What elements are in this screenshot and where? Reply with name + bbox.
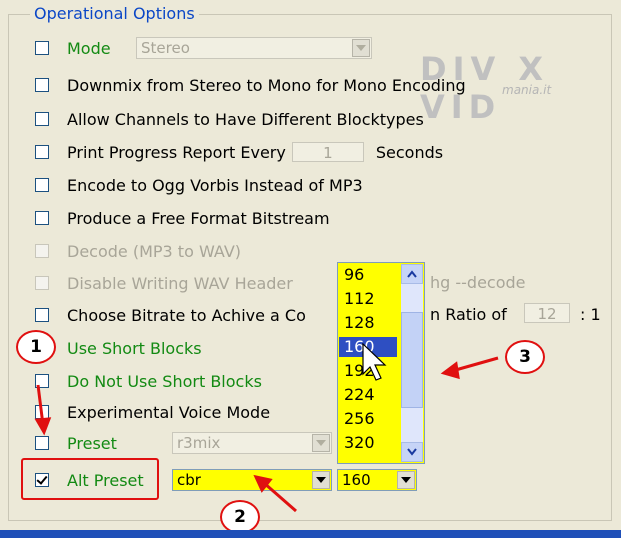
arrow-to-dropdown-list-icon [440, 356, 499, 380]
app-window: { "group": { "title": "Operational Optio… [0, 0, 621, 538]
alt-preset-highlight [21, 458, 159, 500]
arrow-to-alt-preset-combo-icon [253, 474, 297, 513]
window-bottom-border [0, 530, 621, 538]
arrow-to-short-blocks-icon [34, 384, 52, 436]
callout-3: 3 [505, 340, 545, 374]
callout-2: 2 [220, 500, 260, 534]
mouse-cursor-icon [362, 342, 387, 381]
callout-1: 1 [16, 330, 56, 364]
